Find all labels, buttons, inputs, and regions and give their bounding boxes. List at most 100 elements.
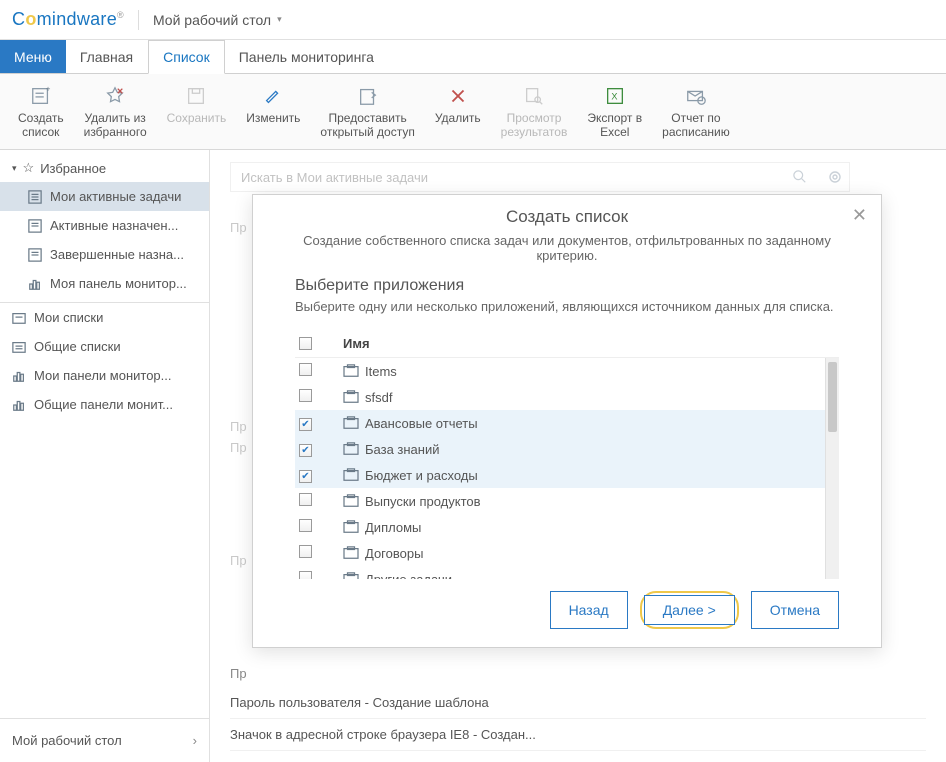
app-row[interactable]: Выпуски продуктов	[295, 488, 839, 514]
share-icon	[354, 84, 382, 108]
app-name: Items	[365, 364, 397, 379]
app-checkbox[interactable]	[299, 493, 312, 506]
apps-table: Имя Itemssfsdf✔Авансовые отчеты✔База зна…	[295, 330, 839, 579]
app-checkbox[interactable]	[299, 363, 312, 376]
sidebar-item-shared-dashboards[interactable]: Общие панели монит...	[0, 390, 209, 419]
cancel-button[interactable]: Отмена	[751, 591, 839, 629]
ribbon-edit[interactable]: Изменить	[238, 80, 308, 129]
sidebar-favorites-section: ▾ ☆ Избранное Мои активные задачи Активн…	[0, 150, 209, 303]
chevron-down-icon: ▾	[12, 163, 17, 174]
app-row[interactable]: Другие задачи	[295, 566, 839, 579]
list-icon	[28, 248, 42, 262]
sidebar-favorites-header[interactable]: ▾ ☆ Избранное	[0, 150, 209, 182]
app-checkbox[interactable]	[299, 571, 312, 579]
ribbon-share[interactable]: Предоставить открытый доступ	[312, 80, 422, 144]
modal-title: Создать список	[269, 207, 865, 227]
app-icon	[343, 364, 365, 378]
app-icon	[343, 494, 365, 508]
app-row[interactable]: Дипломы	[295, 514, 839, 540]
next-button[interactable]: Далее >	[644, 595, 735, 625]
sidebar-item-label: Общие панели монит...	[34, 397, 173, 412]
ribbon-export-excel[interactable]: X Экспорт в Excel	[579, 80, 650, 144]
tab-row: Меню Главная Список Панель мониторинга	[0, 40, 946, 74]
tab-list[interactable]: Список	[148, 40, 225, 74]
app-name: Договоры	[365, 546, 423, 561]
sidebar-footer-label: Мой рабочий стол	[12, 733, 122, 748]
sidebar: ▾ ☆ Избранное Мои активные задачи Активн…	[0, 150, 210, 762]
ribbon-delete-label: Удалить	[435, 111, 481, 125]
app-name: sfsdf	[365, 390, 392, 405]
sidebar-item-my-dashboards[interactable]: Мои панели монитор...	[0, 361, 209, 390]
app-checkbox[interactable]	[299, 545, 312, 558]
svg-text:+: +	[45, 85, 50, 93]
ribbon-save-label: Сохранить	[167, 111, 227, 125]
app-row[interactable]: ✔ База знаний	[295, 436, 839, 462]
section-heading: Выберите приложения	[295, 277, 839, 295]
workspace-selector[interactable]: Мой рабочий стол ▾	[153, 12, 282, 28]
ribbon-remove-favorite[interactable]: Удалить из избранного	[76, 80, 155, 144]
task-row[interactable]: Пароль пользователя - Создание шаблона	[230, 687, 926, 719]
create-list-modal: Создать список ✕ Создание собственного с…	[252, 194, 882, 648]
tab-main[interactable]: Главная	[66, 40, 148, 73]
tab-monitoring[interactable]: Панель мониторинга	[225, 40, 389, 73]
task-row[interactable]: Клонирование задачи - Проверка сценария …	[230, 751, 926, 762]
star-icon: ☆	[23, 160, 35, 176]
sidebar-item-my-lists[interactable]: Мои списки	[0, 303, 209, 332]
ribbon-unfav-label: Удалить из избранного	[84, 111, 147, 140]
apps-rows: Itemssfsdf✔Авансовые отчеты✔База знаний✔…	[295, 358, 839, 579]
ribbon-share-label: Предоставить открытый доступ	[320, 111, 414, 140]
chevron-down-icon: ▾	[277, 14, 282, 25]
ribbon-schedule-report[interactable]: Отчет по расписанию	[654, 80, 738, 144]
menu-button[interactable]: Меню	[0, 40, 66, 73]
app-checkbox[interactable]	[299, 519, 312, 532]
modal-body: Выберите приложения Выберите одну или не…	[253, 277, 881, 579]
task-row[interactable]: Значок в адресной строке браузера IE8 - …	[230, 719, 926, 751]
brand-rest: mindware	[37, 9, 117, 29]
ribbon-view-results: Просмотр результатов	[493, 80, 576, 144]
app-checkbox[interactable]: ✔	[299, 470, 312, 483]
app-row[interactable]: ✔Авансовые отчеты	[295, 410, 839, 436]
ribbon-create-label: Создать список	[18, 111, 64, 140]
sidebar-item-my-active-tasks[interactable]: Мои активные задачи	[0, 182, 209, 211]
sidebar-item-shared-lists[interactable]: Общие списки	[0, 332, 209, 361]
ribbon-save: Сохранить	[159, 80, 235, 129]
ribbon-create-list[interactable]: + Создать список	[10, 80, 72, 144]
sidebar-item-label: Мои активные задачи	[50, 189, 181, 204]
ribbon-edit-label: Изменить	[246, 111, 300, 125]
app-icon	[343, 546, 365, 560]
app-checkbox[interactable]	[299, 389, 312, 402]
sidebar-item-label: Моя панель монитор...	[50, 276, 187, 291]
envelope-clock-icon	[682, 84, 710, 108]
sidebar-item-my-dashboard[interactable]: Моя панель монитор...	[0, 269, 209, 298]
ribbon-delete[interactable]: Удалить	[427, 80, 489, 129]
sidebar-item-active-assigned[interactable]: Активные назначен...	[0, 211, 209, 240]
close-icon[interactable]: ✕	[852, 205, 867, 226]
apps-scrollbar[interactable]	[825, 358, 839, 579]
app-row[interactable]: ✔ Бюджет и расходы	[295, 462, 839, 488]
back-button[interactable]: Назад	[550, 591, 628, 629]
list-icon	[28, 219, 42, 233]
app-checkbox[interactable]: ✔	[299, 444, 312, 457]
star-x-icon	[101, 84, 129, 108]
ribbon-view-label: Просмотр результатов	[501, 111, 568, 140]
brand-o: o	[25, 9, 36, 29]
app-icon	[343, 442, 365, 456]
app-checkbox[interactable]: ✔	[299, 418, 312, 431]
sidebar-footer[interactable]: Мой рабочий стол ›	[0, 718, 209, 762]
sidebar-item-completed[interactable]: Завершенные назна...	[0, 240, 209, 269]
app-row[interactable]: Items	[295, 358, 839, 384]
select-all-checkbox[interactable]	[299, 337, 312, 350]
header-name-col[interactable]: Имя	[343, 336, 370, 351]
section-subtitle: Выберите одну или несколько приложений, …	[295, 299, 839, 314]
app-row[interactable]: sfsdf	[295, 384, 839, 410]
app-name: Бюджет и расходы	[365, 468, 478, 483]
app-name: Дипломы	[365, 520, 421, 535]
svg-text:X: X	[611, 92, 617, 102]
app-name: База знаний	[365, 442, 440, 457]
header-checkbox-col	[295, 337, 343, 350]
scroll-thumb[interactable]	[828, 362, 837, 432]
bars-icon	[28, 277, 42, 291]
modal-header: Создать список ✕	[253, 195, 881, 233]
app-row[interactable]: Договоры	[295, 540, 839, 566]
search-doc-icon	[520, 84, 548, 108]
